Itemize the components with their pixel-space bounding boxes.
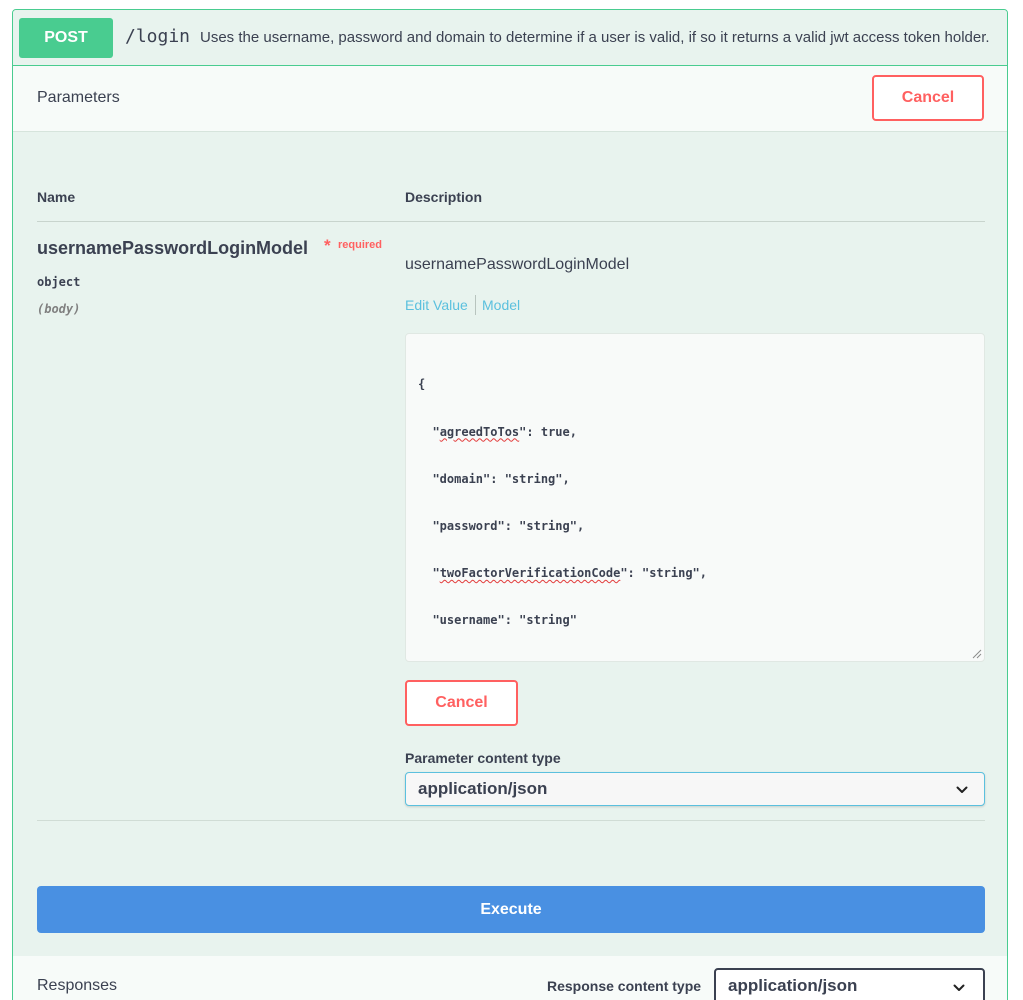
response-content-type-value: application/json <box>728 976 858 995</box>
tab-model[interactable]: Model <box>482 297 520 313</box>
table-divider <box>37 221 985 222</box>
operation-summary[interactable]: POST /login Uses the username, password … <box>13 10 1007 66</box>
required-label: required <box>338 239 383 251</box>
request-body-editor[interactable]: { "agreedToTos": true, "domain": "string… <box>405 333 985 662</box>
parameter-description: usernamePasswordLoginModel <box>405 256 630 273</box>
tab-separator <box>475 295 476 315</box>
endpoint-description: Uses the username, password and domain t… <box>200 29 990 46</box>
response-content-type-select[interactable]: application/json <box>714 968 985 1000</box>
parameter-name: usernamePasswordLoginModel <box>37 238 309 258</box>
spell-flagged-word: twoFactorVerificationCode <box>439 565 621 580</box>
method-badge: POST <box>19 18 113 58</box>
chevron-down-icon <box>953 984 965 991</box>
parameters-header: Parameters Cancel <box>13 66 1007 132</box>
chevron-down-icon <box>956 786 968 793</box>
body-line: "domain": "string", <box>418 471 570 486</box>
required-star: * <box>324 236 331 255</box>
operation-block: POST /login Uses the username, password … <box>12 9 1008 1000</box>
column-header-name: Name <box>37 189 76 205</box>
body-line: "username": "string" <box>418 612 577 627</box>
body-line: } <box>418 660 972 661</box>
resize-grip-icon[interactable] <box>972 649 982 659</box>
body-line: "agreedToTos": true, <box>418 424 577 439</box>
parameter-content-type-value: application/json <box>418 779 548 798</box>
responses-header: Responses Response content type applicat… <box>13 956 1007 1000</box>
body-line: "twoFactorVerificationCode": "string", <box>418 565 708 580</box>
body-line: { <box>418 377 426 392</box>
body-line: "password": "string", <box>418 518 585 533</box>
execute-button[interactable]: Execute <box>37 886 985 933</box>
spell-flagged-word: agreedToTos <box>439 424 520 439</box>
tab-edit-value[interactable]: Edit Value <box>405 297 468 313</box>
parameter-content-type-select[interactable]: application/json <box>405 772 985 806</box>
parameter-location: (body) <box>37 302 81 316</box>
response-content-type-label: Response content type <box>547 978 702 994</box>
responses-title: Responses <box>37 977 118 994</box>
cancel-try-out-button[interactable]: Cancel <box>872 75 984 121</box>
endpoint-path: /login <box>125 26 191 47</box>
parameter-content-type-label: Parameter content type <box>405 750 561 766</box>
parameters-title: Parameters <box>37 89 120 106</box>
cancel-edit-button[interactable]: Cancel <box>405 680 518 726</box>
section-divider <box>37 820 985 821</box>
parameter-type: object <box>37 275 81 289</box>
column-header-description: Description <box>405 189 483 205</box>
